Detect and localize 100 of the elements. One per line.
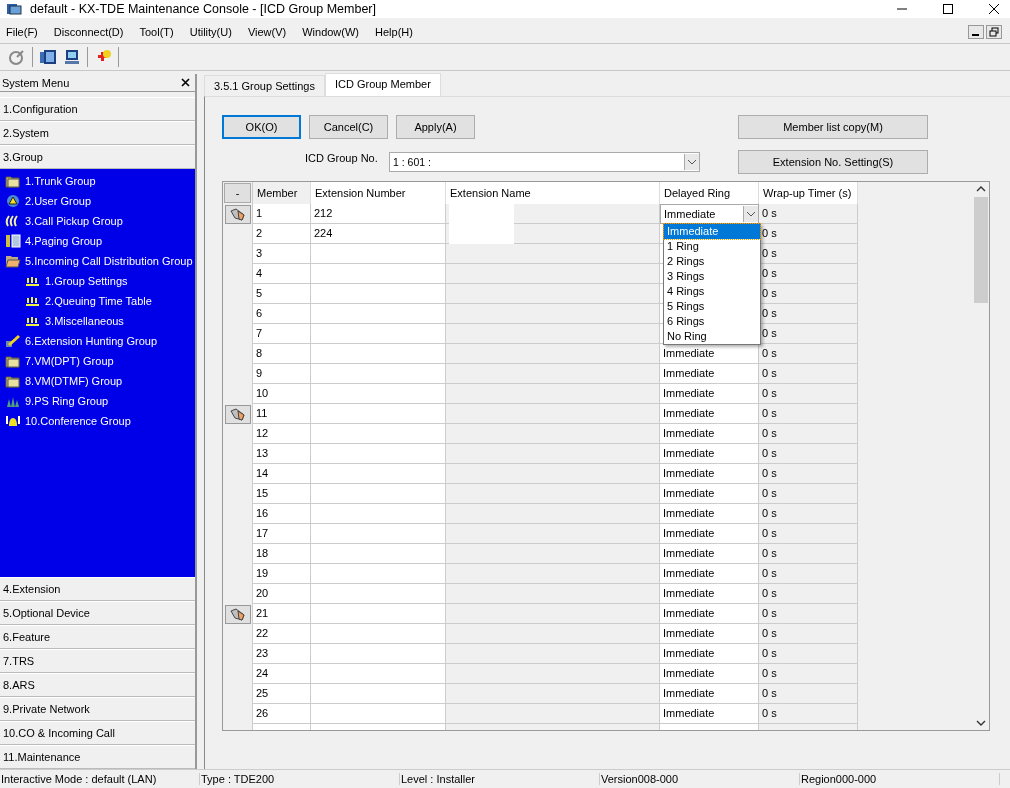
section-header[interactable]: 2.System (0, 121, 195, 145)
menu-item[interactable]: Disconnect(D) (53, 26, 124, 38)
extension-setting-button[interactable]: Extension No. Setting(S) (738, 150, 928, 174)
table-cell[interactable] (311, 704, 446, 724)
table-cell[interactable] (311, 624, 446, 644)
input-field[interactable] (449, 224, 514, 244)
ok-button[interactable]: OK(O) (222, 115, 301, 139)
tree-item[interactable]: 1.Group Settings (0, 271, 195, 291)
dropdown-option[interactable]: 6 Rings (664, 314, 760, 329)
table-cell[interactable] (311, 244, 446, 264)
menu-item[interactable]: Tool(T) (139, 26, 174, 38)
corner-button[interactable]: - (224, 183, 251, 203)
minimize-icon[interactable] (968, 25, 984, 39)
table-cell[interactable]: Immediate (660, 604, 759, 624)
table-cell[interactable]: Immediate (660, 524, 759, 544)
delayed-ring-select[interactable]: Immediate (660, 204, 759, 224)
table-cell[interactable] (311, 424, 446, 444)
dropdown-option[interactable]: 4 Rings (664, 284, 760, 299)
restore-icon[interactable] (986, 25, 1002, 39)
table-cell[interactable]: Immediate (660, 344, 759, 364)
table-cell[interactable]: Immediate (660, 684, 759, 704)
hand-icon[interactable] (224, 604, 251, 624)
group-select[interactable]: 1 : 601 : (389, 152, 700, 172)
table-cell[interactable]: Immediate (660, 444, 759, 464)
dropdown-option[interactable]: Immediate (664, 224, 760, 239)
dropdown-option[interactable]: No Ring (664, 329, 760, 344)
table-cell[interactable]: Immediate (660, 484, 759, 504)
section-header[interactable]: 1.Configuration (0, 97, 195, 121)
maximize-icon[interactable] (942, 3, 954, 15)
table-cell[interactable] (311, 604, 446, 624)
table-cell[interactable] (311, 444, 446, 464)
tab[interactable]: 3.5.1 Group Settings (204, 75, 325, 96)
tree-item[interactable]: 4.Paging Group (0, 231, 195, 251)
table-cell[interactable]: Immediate (660, 564, 759, 584)
close-icon[interactable] (181, 78, 190, 87)
table-cell[interactable]: 224 (311, 224, 446, 244)
section-header[interactable]: 9.Private Network (0, 697, 195, 721)
cancel-button[interactable]: Cancel(C) (309, 115, 388, 139)
table-cell[interactable] (311, 284, 446, 304)
menu-item[interactable]: Window(W) (302, 26, 360, 38)
table-cell[interactable] (311, 684, 446, 704)
table-cell[interactable] (311, 344, 446, 364)
table-cell[interactable]: Immediate (660, 704, 759, 724)
gear-icon[interactable] (8, 48, 26, 66)
table-cell[interactable]: Immediate (660, 584, 759, 604)
table-cell[interactable]: Immediate (660, 424, 759, 444)
table-cell[interactable]: Immediate (660, 464, 759, 484)
tree-item[interactable]: 6.Extension Hunting Group (0, 331, 195, 351)
dropdown-option[interactable]: 3 Rings (664, 269, 760, 284)
table-cell[interactable] (311, 304, 446, 324)
scroll-thumb[interactable] (974, 197, 988, 303)
table-cell[interactable]: Immediate (660, 544, 759, 564)
hand-icon[interactable] (224, 404, 251, 424)
table-cell[interactable]: Immediate (660, 644, 759, 664)
scroll-down-icon[interactable] (976, 719, 986, 727)
table-cell[interactable]: Immediate (660, 504, 759, 524)
tree-item[interactable]: 3.Call Pickup Group (0, 211, 195, 231)
section-header[interactable]: 11.Maintenance (0, 745, 195, 769)
tree-item[interactable]: 2.User Group (0, 191, 195, 211)
table-cell[interactable] (311, 364, 446, 384)
tree-item[interactable]: 2.Queuing Time Table (0, 291, 195, 311)
close-icon[interactable] (988, 3, 1000, 15)
menu-item[interactable]: Help(H) (375, 26, 413, 38)
table-cell[interactable]: Immediate (660, 664, 759, 684)
table-cell[interactable] (311, 404, 446, 424)
table-cell[interactable] (311, 324, 446, 344)
tree-item[interactable]: 3.Miscellaneous (0, 311, 195, 331)
table-cell[interactable]: Immediate (660, 364, 759, 384)
menu-item[interactable]: Utility(U) (189, 26, 232, 38)
section-header[interactable]: 10.CO & Incoming Call (0, 721, 195, 745)
tab[interactable]: ICD Group Member (324, 73, 441, 96)
section-header[interactable]: 4.Extension (0, 577, 195, 601)
tree-item[interactable]: 5.Incoming Call Distribution Group (0, 251, 195, 271)
table-cell[interactable] (311, 264, 446, 284)
scroll-up-icon[interactable] (976, 185, 986, 193)
dropdown-option[interactable]: 1 Ring (664, 239, 760, 254)
table-cell[interactable] (311, 484, 446, 504)
table-cell[interactable] (311, 524, 446, 544)
table-cell[interactable]: 212 (311, 204, 446, 224)
table-cell[interactable] (311, 384, 446, 404)
section-header[interactable]: 5.Optional Device (0, 601, 195, 625)
table-cell[interactable] (311, 564, 446, 584)
hand-icon[interactable] (224, 204, 251, 224)
table-cell[interactable] (311, 644, 446, 664)
table-cell[interactable] (311, 664, 446, 684)
member-list-copy-button[interactable]: Member list copy(M) (738, 115, 928, 139)
menu-item[interactable]: File(F) (6, 26, 38, 38)
section-header[interactable]: 7.TRS (0, 649, 195, 673)
tree-item[interactable]: 8.VM(DTMF) Group (0, 371, 195, 391)
section-header[interactable]: 6.Feature (0, 625, 195, 649)
tree-item[interactable]: 7.VM(DPT) Group (0, 351, 195, 371)
computer-icon[interactable] (39, 48, 57, 66)
tree-item[interactable]: 1.Trunk Group (0, 171, 195, 191)
section-header[interactable]: 8.ARS (0, 673, 195, 697)
monitor-icon[interactable] (63, 48, 81, 66)
table-cell[interactable] (311, 464, 446, 484)
dropdown-option[interactable]: 5 Rings (664, 299, 760, 314)
table-cell[interactable] (311, 504, 446, 524)
table-cell[interactable]: Immediate (660, 404, 759, 424)
table-cell[interactable]: Immediate (660, 624, 759, 644)
